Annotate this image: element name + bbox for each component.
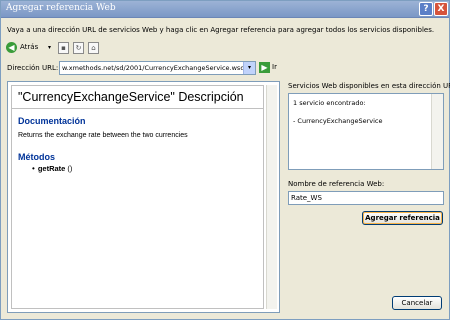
documentation-heading: Documentación <box>18 116 86 126</box>
dropdown-arrow-icon[interactable]: ▾ <box>48 42 56 54</box>
refresh-icon[interactable]: ↻ <box>73 42 84 54</box>
instruction-text: Vaya a una dirección URL de servicios We… <box>7 26 435 34</box>
address-label: Dirección URL: <box>7 64 59 72</box>
add-reference-button[interactable]: Agregar referencia <box>362 211 443 225</box>
services-list-content: 1 servicio encontrado: - CurrencyExchang… <box>291 96 429 167</box>
bullet-icon: • <box>32 164 35 173</box>
address-input[interactable] <box>60 62 243 74</box>
title-bar: Agregar referencia Web ? X <box>1 1 449 18</box>
method-name[interactable]: getRate <box>38 164 66 173</box>
go-label: Ir <box>272 63 277 71</box>
title-divider <box>12 108 263 109</box>
vertical-scrollbar[interactable] <box>266 85 277 309</box>
reference-name-input[interactable] <box>288 191 444 205</box>
methods-heading: Métodos <box>18 152 55 162</box>
services-scrollbar[interactable] <box>431 94 443 169</box>
close-button[interactable]: X <box>434 2 448 16</box>
method-params: () <box>67 164 73 173</box>
description-page: "CurrencyExchangeService" Descripción Do… <box>11 85 264 309</box>
services-label: Servicios Web disponibles en esta direcc… <box>288 82 450 90</box>
services-found-text: 1 servicio encontrado: <box>293 99 366 107</box>
reference-name-label: Nombre de referencia Web: <box>288 180 385 188</box>
window-title: Agregar referencia Web <box>6 3 116 13</box>
address-combo[interactable]: ▾ <box>59 61 256 75</box>
help-button[interactable]: ? <box>419 2 433 16</box>
go-button[interactable]: ▶ Ir <box>259 62 279 74</box>
stop-icon[interactable]: ▪ <box>58 42 69 54</box>
cancel-button[interactable]: Cancelar <box>392 296 442 310</box>
chevron-down-icon[interactable]: ▾ <box>243 62 255 74</box>
add-web-reference-dialog: Agregar referencia Web ? X Vaya a una di… <box>0 0 450 320</box>
go-arrow-icon: ▶ <box>259 62 270 73</box>
back-label: Atrás <box>20 43 39 51</box>
back-button[interactable]: ◀ Atrás <box>6 41 46 55</box>
documentation-text: Returns the exchange rate between the tw… <box>18 132 188 139</box>
back-icon: ◀ <box>6 42 17 53</box>
home-icon[interactable]: ⌂ <box>88 42 99 54</box>
service-title: "CurrencyExchangeService" Descripción <box>18 90 244 104</box>
method-item[interactable]: • getRate () <box>32 164 72 173</box>
service-item: - CurrencyExchangeService <box>293 117 383 125</box>
services-list: 1 servicio encontrado: - CurrencyExchang… <box>288 93 444 170</box>
service-description-pane: "CurrencyExchangeService" Descripción Do… <box>7 81 280 313</box>
